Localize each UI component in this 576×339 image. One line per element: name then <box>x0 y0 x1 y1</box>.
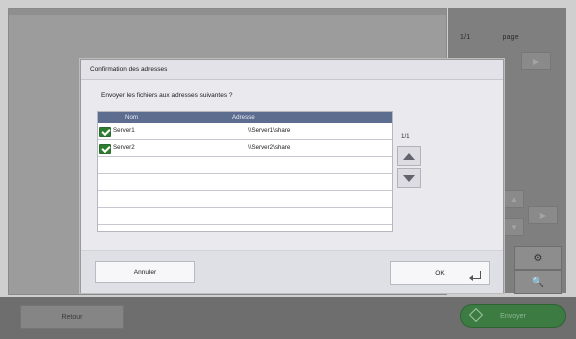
page-label: page <box>502 34 519 41</box>
row-address: \\Server1\share <box>248 127 291 134</box>
next-page-button[interactable]: ▶ <box>521 52 551 70</box>
dialog-footer: Annuler OK <box>81 250 503 293</box>
back-button[interactable]: Retour <box>20 305 124 329</box>
back-button-label: Retour <box>61 313 83 321</box>
enter-icon <box>469 271 481 281</box>
chevron-up-icon: ▲ <box>510 194 518 204</box>
dialog-question: Envoyer les fichiers aux adresses suivan… <box>101 92 233 99</box>
send-button[interactable]: Envoyer <box>460 304 566 328</box>
settings-icon: ⚙ <box>533 252 543 264</box>
table-page-indicator: 1/1 <box>401 133 410 140</box>
table-row-empty <box>98 174 392 191</box>
scroll-down-button[interactable] <box>397 168 421 188</box>
scroll-up-icon <box>403 152 415 160</box>
screen: 1/1 page ▶ ▲ ▶ ▼ ⚙ 🔍 Retour Envoyer Conf… <box>0 0 576 339</box>
address-table: Nom Adresse Server1 \\Server1\share Serv… <box>97 111 393 232</box>
chevron-down-icon: ▼ <box>510 222 518 232</box>
next-button-bg[interactable]: ▶ <box>528 206 558 224</box>
ok-button-label: OK <box>435 269 445 277</box>
zoom-icon: 🔍 <box>531 276 545 288</box>
settings-button[interactable]: ⚙ <box>514 246 562 270</box>
send-button-label: Envoyer <box>500 312 526 320</box>
chevron-right-icon: ▶ <box>532 56 540 66</box>
scroll-down-icon <box>403 174 415 182</box>
zoom-button[interactable]: 🔍 <box>514 270 562 294</box>
column-header-name: Nom <box>125 114 139 121</box>
preview-top-bar <box>9 9 446 15</box>
ok-button[interactable]: OK <box>390 261 490 285</box>
table-row-empty <box>98 191 392 208</box>
row-name: Server2 <box>113 144 135 151</box>
table-header: Nom Adresse <box>98 112 392 123</box>
chevron-right-icon: ▶ <box>539 210 547 220</box>
table-row-empty <box>98 208 392 225</box>
table-row[interactable]: Server2 \\Server2\share <box>98 140 392 157</box>
check-icon[interactable] <box>99 127 111 137</box>
address-confirmation-dialog: Confirmation des adresses Envoyer les fi… <box>80 59 504 293</box>
row-name: Server1 <box>113 127 135 134</box>
column-header-address: Adresse <box>232 114 255 121</box>
scroll-up-button[interactable] <box>397 146 421 166</box>
page-info: 1/1 page <box>460 34 519 41</box>
table-row-empty <box>98 157 392 174</box>
row-address: \\Server2\share <box>248 144 291 151</box>
cancel-button[interactable]: Annuler <box>95 261 195 283</box>
cancel-button-label: Annuler <box>133 268 157 276</box>
table-row[interactable]: Server1 \\Server1\share <box>98 123 392 140</box>
send-icon <box>468 307 484 323</box>
scroll-up-button-bg[interactable]: ▲ <box>504 190 524 208</box>
check-icon[interactable] <box>99 144 111 154</box>
page-fraction: 1/1 <box>460 34 471 41</box>
dialog-title: Confirmation des adresses <box>81 60 503 80</box>
scroll-down-button-bg[interactable]: ▼ <box>504 218 524 236</box>
